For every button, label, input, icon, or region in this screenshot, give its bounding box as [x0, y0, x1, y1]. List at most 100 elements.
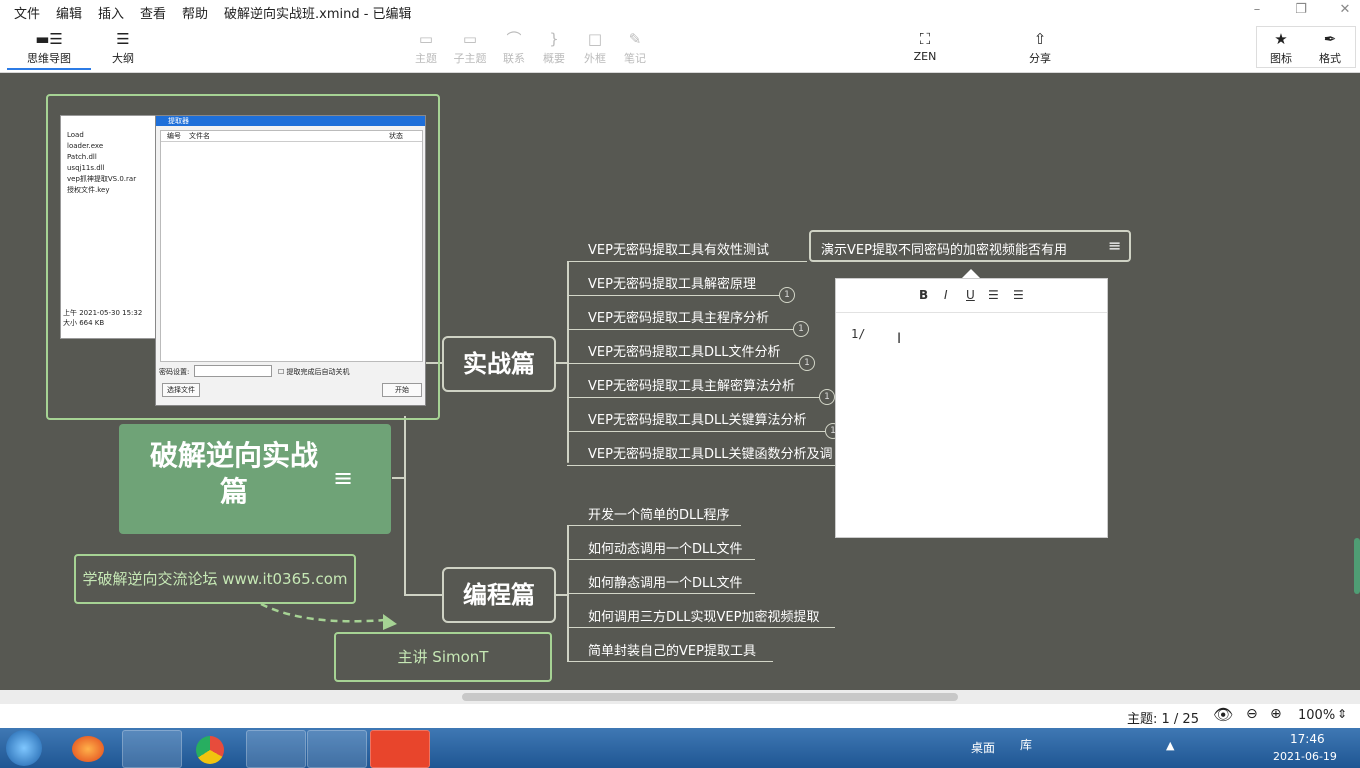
subtopic-practice-2[interactable]: VEP无密码提取工具解密原理 [588, 273, 756, 292]
numbered-list-icon[interactable]: ☰ [1013, 288, 1024, 302]
icons-button[interactable]: ★ 图标 [1253, 28, 1309, 66]
tab-outline[interactable]: ☰ 大纲 [95, 28, 151, 66]
collapse-badge[interactable]: 1 [779, 287, 795, 303]
subtopic-underline [567, 261, 807, 262]
subtopic-selected[interactable]: 演示VEP提取不同密码的加密视频能否有用 ≡ [809, 230, 1131, 262]
menu-bar: 文件 编辑 插入 查看 帮助 破解逆向实战班.xmind - 已编辑 – ❐ ✕ [0, 0, 1360, 22]
share-button[interactable]: ⇧ 分享 [1012, 28, 1068, 66]
subtopic-selected-label: 演示VEP提取不同密码的加密视频能否有用 [821, 243, 1067, 258]
subtopic-programming-1[interactable]: 开发一个简单的DLL程序 [588, 504, 730, 523]
subtopic-label: 子主题 [453, 52, 487, 65]
toolbar: ▬☰ 思维导图 ☰ 大纲 ▭ 主题 ▭ 子主题 ⌒ 联系 } 概要 □ 外框 ✎… [0, 22, 1360, 73]
format-button[interactable]: ✒ 格式 [1302, 28, 1358, 66]
icons-label: 图标 [1270, 52, 1292, 65]
subtopic-underline [567, 661, 773, 662]
share-label: 分享 [1029, 52, 1051, 65]
close-button[interactable]: ✕ [1334, 2, 1356, 17]
floating-topic-lecturer-label: 主讲 SimonT QQ:1462109921 [397, 648, 489, 666]
outline-icon: ☰ [116, 30, 130, 48]
note-icon[interactable]: ≡ [1108, 236, 1121, 255]
menu-help[interactable]: 帮助 [182, 3, 208, 22]
collapse-badge[interactable]: 1 [793, 321, 809, 337]
underline-button[interactable]: U [966, 288, 975, 302]
subtopic-programming-5[interactable]: 简单封装自己的VEP提取工具 [588, 640, 756, 659]
subtopic-practice-6[interactable]: VEP无密码提取工具DLL关键算法分析 [588, 409, 806, 428]
floating-topic-forum-label: 学破解逆向交流论坛 www.it0365.com [82, 570, 348, 588]
note-editor[interactable]: B I U ☰ ☰ 1/ I [835, 278, 1108, 538]
clock-date[interactable]: 2021-06-19 [1273, 750, 1337, 763]
subtopic-programming-3[interactable]: 如何静态调用一个DLL文件 [588, 572, 743, 591]
subtopic-programming-2[interactable]: 如何动态调用一个DLL文件 [588, 538, 743, 557]
file-item: Patch.dll [67, 153, 97, 161]
taskbar-app-explorer[interactable] [307, 730, 367, 768]
file-item: usqj11s.dll [67, 164, 105, 172]
topic-programming[interactable]: 编程篇 [442, 567, 556, 623]
vertical-scrollbar-thumb[interactable] [1354, 538, 1360, 594]
col-status: 状态 [389, 132, 403, 140]
boundary-label: 外框 [584, 52, 606, 65]
eye-icon[interactable]: 👁 [1213, 705, 1233, 724]
subtopic-practice-5[interactable]: VEP无密码提取工具主解密算法分析 [588, 375, 795, 394]
collapse-badge[interactable]: 1 [819, 389, 835, 405]
relationship-arrow[interactable] [255, 600, 405, 636]
shutdown-checkbox-label: 提取完成后自动关机 [286, 368, 350, 376]
bullet-list-icon[interactable]: ☰ [988, 288, 999, 302]
restore-button[interactable]: ❐ [1290, 2, 1312, 17]
taskbar-app-terminal[interactable] [122, 730, 182, 768]
menu-file[interactable]: 文件 [14, 3, 40, 22]
central-topic[interactable]: 破解逆向实战篇 ≡ [119, 424, 391, 534]
shutdown-checkbox: ☐ 提取完成后自动关机 [278, 368, 350, 376]
topic-count: 主题: 1 / 25 [1127, 712, 1199, 727]
zoom-out-icon[interactable]: ⊖ [1246, 706, 1258, 722]
subtopic-practice-4[interactable]: VEP无密码提取工具DLL文件分析 [588, 341, 780, 360]
pencil-icon: ✎ [628, 30, 642, 48]
chrome-icon[interactable] [196, 736, 224, 764]
subtopic-practice-3[interactable]: VEP无密码提取工具主程序分析 [588, 307, 769, 326]
mindmap-canvas[interactable]: Load loader.exe Patch.dll usqj11s.dll ve… [0, 73, 1360, 690]
tray-show-hidden-icon[interactable]: ▲ [1166, 739, 1174, 752]
minimize-button[interactable]: – [1246, 2, 1268, 17]
note-format-toolbar: B I U ☰ ☰ [836, 279, 1107, 313]
subtopic-practice-1[interactable]: VEP无密码提取工具有效性测试 [588, 239, 769, 258]
horizontal-scrollbar-thumb[interactable] [462, 693, 958, 701]
desktop-toolbar[interactable]: 桌面 [971, 739, 995, 756]
zen-button[interactable]: ⛶ ZEN [897, 28, 953, 63]
connector-programming [404, 594, 444, 596]
file-list: Load loader.exe Patch.dll usqj11s.dll ve… [67, 130, 136, 196]
collapse-badge[interactable]: 1 [799, 355, 815, 371]
zoom-level[interactable]: 100% [1298, 708, 1335, 723]
floating-topic-forum[interactable]: 学破解逆向交流论坛 www.it0365.com [74, 554, 356, 604]
horizontal-scrollbar[interactable] [0, 690, 1360, 704]
file-size: 大小 664 KB [63, 319, 105, 327]
subtopic-practice-7[interactable]: VEP无密码提取工具DLL关键函数分析及调 [588, 443, 832, 462]
file-item: Load [67, 131, 84, 139]
subtopic-programming-4[interactable]: 如何调用三方DLL实现VEP加密视频提取 [588, 606, 819, 625]
italic-button[interactable]: I [944, 288, 948, 302]
floating-topic-lecturer[interactable]: 主讲 SimonT QQ:1462109921 [334, 632, 552, 682]
taskbar-app-xmind[interactable] [370, 730, 430, 768]
col-index: 编号 [167, 132, 181, 140]
topic-practice[interactable]: 实战篇 [442, 336, 556, 392]
star-icon: ★ [1274, 30, 1288, 48]
note-icon[interactable]: ≡ [333, 464, 353, 492]
status-bar: 主题: 1 / 25 👁 ⊖ ⊕ 100% ⇕ [0, 704, 1360, 728]
menu-insert[interactable]: 插入 [98, 3, 124, 22]
zoom-in-icon[interactable]: ⊕ [1270, 706, 1282, 722]
note-button[interactable]: ✎ 笔记 [607, 28, 663, 66]
start-button[interactable] [6, 730, 42, 766]
fullscreen-icon: ⛶ [919, 30, 931, 48]
library-toolbar[interactable]: 库 [1020, 736, 1032, 753]
subtopic-underline [567, 295, 781, 296]
col-filename: 文件名 [189, 132, 210, 140]
taskbar-app-hexeditor[interactable] [246, 730, 306, 768]
menu-view[interactable]: 查看 [140, 3, 166, 22]
zoom-stepper-icon[interactable]: ⇕ [1337, 707, 1347, 721]
firefox-icon[interactable] [72, 736, 104, 762]
menu-edit[interactable]: 编辑 [56, 3, 82, 22]
note-textarea[interactable]: 1/ [851, 327, 865, 341]
bold-button[interactable]: B [919, 288, 928, 302]
topic-practice-label: 实战篇 [463, 350, 535, 378]
tab-mindmap[interactable]: ▬☰ 思维导图 [21, 28, 77, 66]
tab-mindmap-label: 思维导图 [27, 52, 71, 65]
clock-time[interactable]: 17:46 [1290, 732, 1325, 746]
